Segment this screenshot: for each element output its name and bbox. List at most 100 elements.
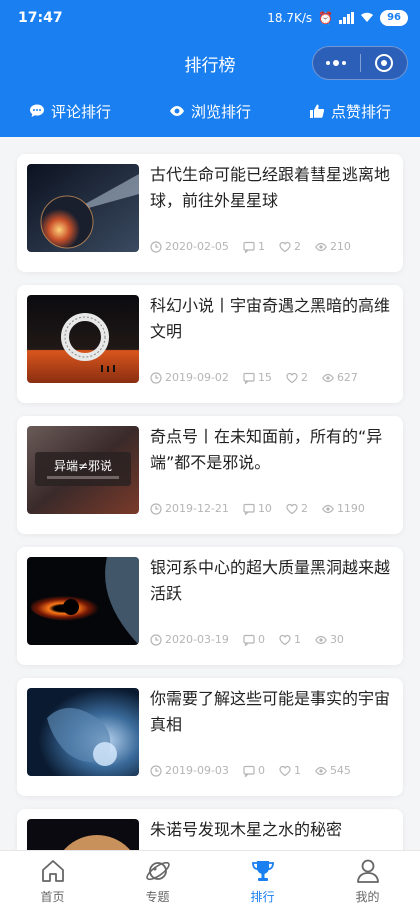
view-meta: 545 — [315, 764, 351, 777]
article-thumbnail — [27, 688, 139, 776]
black-hole-image — [27, 557, 139, 645]
article-date: 2019-09-02 — [165, 371, 229, 384]
article-thumbnail — [27, 557, 139, 645]
tab-views-label: 浏览排行 — [190, 102, 251, 121]
tab-topics[interactable]: 专题 — [105, 851, 210, 910]
like-count: 2 — [300, 371, 308, 384]
comment-meta: 1 — [243, 240, 265, 253]
comment-count-icon — [243, 372, 255, 384]
thumbs-up-icon — [309, 104, 325, 118]
target-icon — [374, 54, 393, 72]
heart-icon — [286, 372, 298, 383]
like-meta: 2 — [286, 371, 308, 384]
ranking-tabs: 评论排行 浏览排行 点赞排行 — [0, 92, 420, 130]
clock-icon — [150, 502, 162, 515]
article-card[interactable]: 朱诺号发现木星之水的秘密 — [17, 809, 403, 850]
miniprogram-capsule — [312, 46, 408, 80]
tab-views[interactable]: 浏览排行 — [140, 92, 280, 130]
comment-count: 0 — [257, 633, 265, 646]
eye-outline-icon — [315, 242, 327, 251]
tab-comments[interactable]: 评论排行 — [0, 92, 140, 130]
user-icon — [356, 859, 379, 883]
cosmic-figure-image — [27, 688, 139, 776]
close-miniprogram-button[interactable] — [361, 47, 408, 79]
planet-icon — [145, 861, 170, 880]
article-title: 银河系中心的超大质量黑洞越来越活跃 — [150, 558, 391, 603]
heart-icon — [286, 503, 298, 514]
article-card[interactable]: 科幻小说丨宇宙奇遇之黑暗的高维文明 2019-09-02 15 2 627 — [17, 285, 403, 403]
tab-mine[interactable]: 我的 — [315, 851, 420, 910]
trophy-icon — [251, 860, 274, 881]
article-date: 2020-03-19 — [165, 633, 229, 646]
view-count: 30 — [329, 633, 344, 646]
article-card[interactable]: 你需要了解这些可能是事实的宇宙真相 2019-09-03 0 1 545 — [17, 678, 403, 796]
article-meta: 2019-09-02 15 2 627 — [150, 371, 372, 384]
clock-icon — [150, 633, 162, 646]
more-button[interactable] — [313, 47, 360, 79]
nav-bar: 排行榜 — [0, 42, 420, 84]
view-count: 545 — [329, 764, 351, 777]
date-meta: 2020-02-05 — [150, 240, 229, 253]
heart-icon — [279, 241, 291, 252]
like-count: 1 — [293, 764, 301, 777]
article-meta: 2020-03-19 0 1 30 — [150, 633, 358, 646]
tab-ranking-label: 排行 — [250, 889, 275, 904]
article-thumbnail — [27, 164, 139, 252]
article-meta: 2019-09-03 0 1 545 — [150, 764, 365, 777]
tab-likes[interactable]: 点赞排行 — [280, 92, 420, 130]
comment-meta: 0 — [243, 764, 265, 777]
tab-ranking[interactable]: 排行 — [210, 851, 315, 910]
like-meta: 1 — [279, 764, 301, 777]
heart-icon — [279, 634, 291, 645]
article-title: 古代生命可能已经跟着彗星逃离地球，前往外星星球 — [150, 165, 391, 210]
comet-earth-image — [27, 164, 139, 252]
article-meta: 2019-12-21 10 2 1190 — [150, 502, 379, 515]
more-dots-icon — [326, 60, 347, 66]
comment-count: 1 — [257, 240, 265, 253]
article-card[interactable]: 银河系中心的超大质量黑洞越来越活跃 2020-03-19 0 1 30 — [17, 547, 403, 665]
comment-count-icon — [243, 634, 255, 646]
comment-count-icon — [243, 503, 255, 515]
article-card[interactable]: 古代生命可能已经跟着彗星逃离地球，前往外星星球 2020-02-05 1 2 2… — [17, 154, 403, 272]
like-count: 1 — [293, 633, 301, 646]
comment-meta: 0 — [243, 633, 265, 646]
tab-home[interactable]: 首页 — [0, 851, 105, 910]
status-bar: 17:47 18.7K/s ⏰ 96 — [0, 0, 420, 36]
clock-icon — [150, 240, 162, 253]
article-date: 2019-12-21 — [165, 502, 229, 515]
tab-topics-label: 专题 — [145, 889, 170, 904]
header: 17:47 18.7K/s ⏰ 96 排行榜 评论排行 浏览排行 点赞排行 — [0, 0, 420, 137]
like-meta: 2 — [286, 502, 308, 515]
date-meta: 2020-03-19 — [150, 633, 229, 646]
tab-comments-label: 评论排行 — [50, 102, 111, 121]
clock-icon — [150, 371, 162, 384]
comment-count: 0 — [257, 764, 265, 777]
ring-planet-image — [27, 295, 139, 383]
like-count: 2 — [300, 502, 308, 515]
article-thumbnail — [27, 819, 139, 850]
clock-icon — [150, 764, 162, 777]
eye-outline-icon — [322, 504, 334, 513]
comment-count-icon — [243, 765, 255, 777]
wifi-icon — [360, 11, 374, 26]
tab-home-label: 首页 — [40, 889, 65, 904]
article-title: 朱诺号发现木星之水的秘密 — [150, 820, 343, 839]
signal-icon — [339, 12, 355, 24]
eye-outline-icon — [322, 373, 334, 382]
date-meta: 2019-12-21 — [150, 502, 229, 515]
heresy-banner-image: 异端≠邪说 — [27, 426, 139, 514]
article-date: 2020-02-05 — [165, 240, 229, 253]
status-right: 18.7K/s ⏰ 96 — [267, 10, 408, 26]
view-meta: 30 — [315, 633, 344, 646]
battery-indicator: 96 — [380, 10, 408, 26]
home-icon — [41, 859, 64, 882]
article-title: 科幻小说丨宇宙奇遇之黑暗的高维文明 — [150, 296, 391, 341]
comment-meta: 15 — [243, 371, 272, 384]
view-count: 210 — [329, 240, 351, 253]
article-card[interactable]: 异端≠邪说 奇点号丨在未知面前，所有的“异端”都不是邪说。 2019-12-21… — [17, 416, 403, 534]
article-list: 古代生命可能已经跟着彗星逃离地球，前往外星星球 2020-02-05 1 2 2… — [0, 137, 420, 850]
article-date: 2019-09-03 — [165, 764, 229, 777]
comment-count-icon — [243, 241, 255, 253]
view-meta: 1190 — [322, 502, 365, 515]
jupiter-image — [27, 819, 139, 850]
